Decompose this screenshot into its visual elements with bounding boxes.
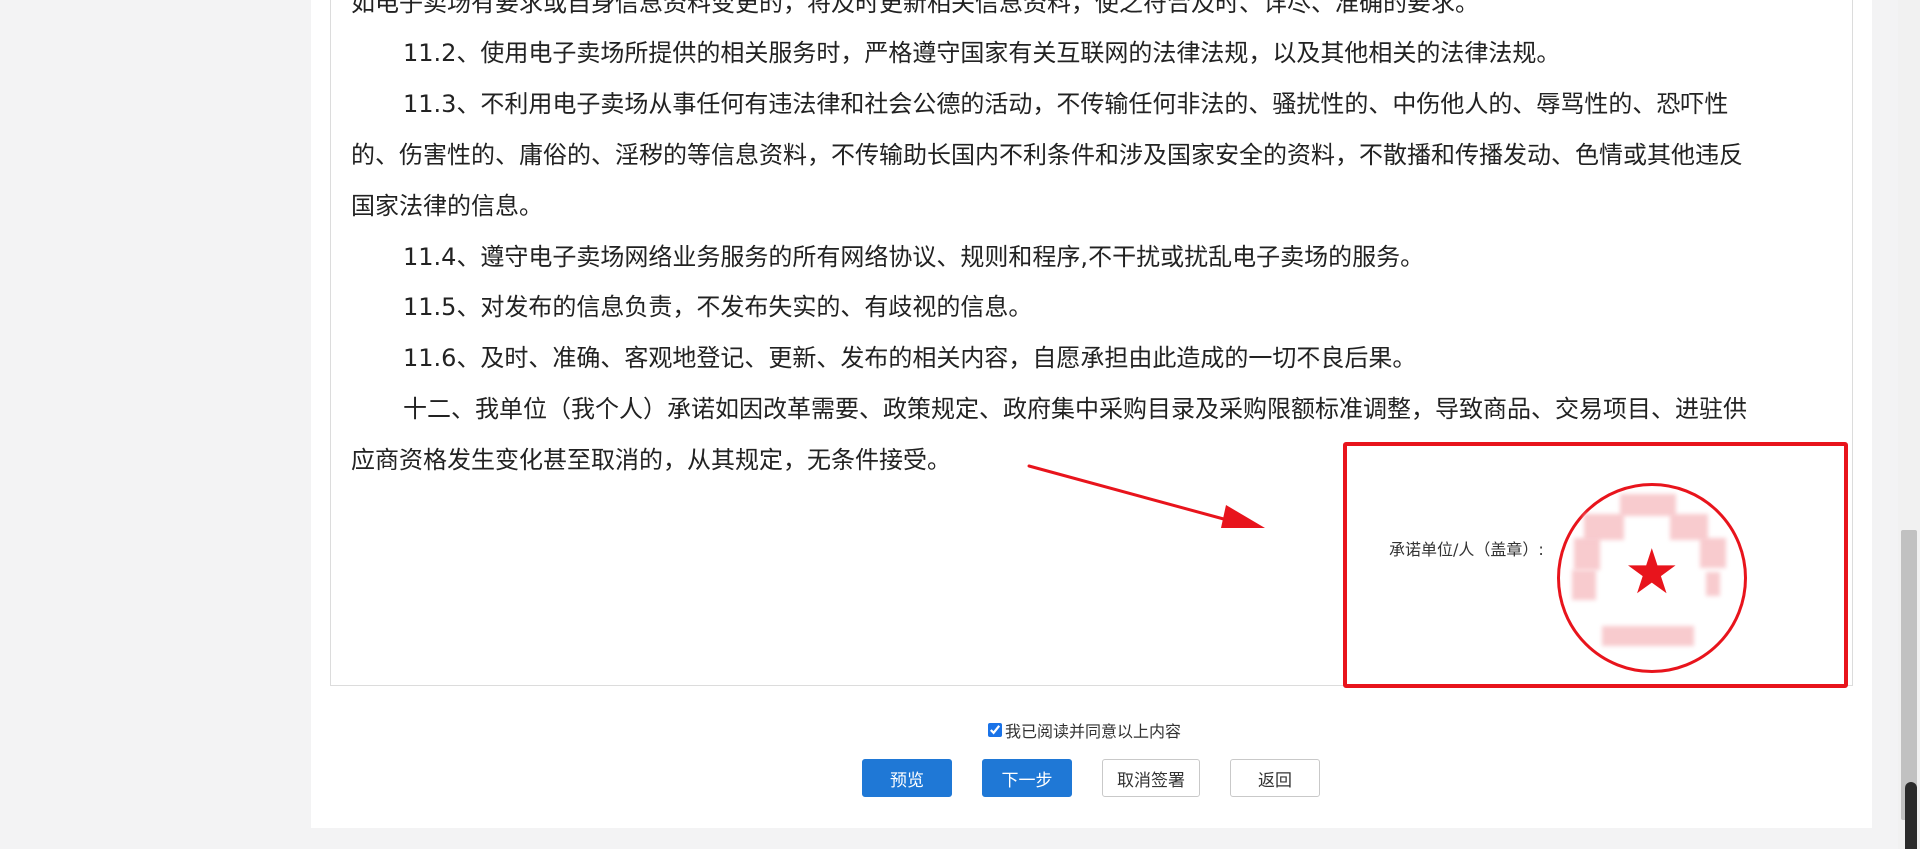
back-button[interactable]: 返回 <box>1230 759 1320 797</box>
cancel-signing-button[interactable]: 取消签署 <box>1102 759 1200 797</box>
seal-star-icon: ★ <box>1624 535 1680 608</box>
agreement-paragraph: 11.3、不利用电子卖场从事任何有违法律和社会公德的活动，不传输任何非法的、骚扰… <box>403 90 1729 118</box>
agreement-paragraph: 11.2、使用电子卖场所提供的相关服务时，严格遵守国家有关互联网的法律法规，以及… <box>403 39 1561 67</box>
signature-label: 承诺单位/人（盖章）: <box>1389 540 1544 559</box>
agreement-paragraph: 国家法律的信息。 <box>351 192 543 220</box>
scrollbar-thumb[interactable] <box>1901 530 1917 820</box>
agree-row[interactable]: 我已阅读并同意以上内容 <box>988 719 1181 741</box>
agreement-paragraph: 11.6、及时、准确、客观地登记、更新、发布的相关内容，自愿承担由此造成的一切不… <box>403 344 1417 372</box>
agreement-paragraph: 11.4、遵守电子卖场网络业务服务的所有网络协议、规则和程序,不干扰或扰乱电子卖… <box>403 243 1425 271</box>
agree-checkbox[interactable] <box>988 723 1002 737</box>
agreement-paragraph: 十二、我单位（我个人）承诺如因改革需要、政策规定、政府集中采购目录及采购限额标准… <box>403 395 1747 423</box>
vertical-scrollbar[interactable] <box>1898 0 1920 849</box>
seal-stamp: ★ <box>1557 483 1747 673</box>
agree-label[interactable]: 我已阅读并同意以上内容 <box>1005 718 1181 742</box>
agreement-paragraph: 的、伤害性的、庸俗的、淫秽的等信息资料，不传输助长国内不利条件和涉及国家安全的资… <box>351 141 1743 169</box>
preview-button[interactable]: 预览 <box>862 759 952 797</box>
page: 如电子卖场有要求或自身信息资料变更的，将及时更新相关信息资料，使之符合及时、详尽… <box>0 0 1920 849</box>
next-step-button[interactable]: 下一步 <box>982 759 1072 797</box>
annotation-arrow-icon <box>1027 464 1265 528</box>
agreement-paragraph: 11.5、对发布的信息负责，不发布失实的、有歧视的信息。 <box>403 293 1033 321</box>
scroll-grip-handle[interactable] <box>1905 782 1917 849</box>
agreement-paragraph: 如电子卖场有要求或自身信息资料变更的，将及时更新相关信息资料，使之符合及时、详尽… <box>351 0 1479 17</box>
